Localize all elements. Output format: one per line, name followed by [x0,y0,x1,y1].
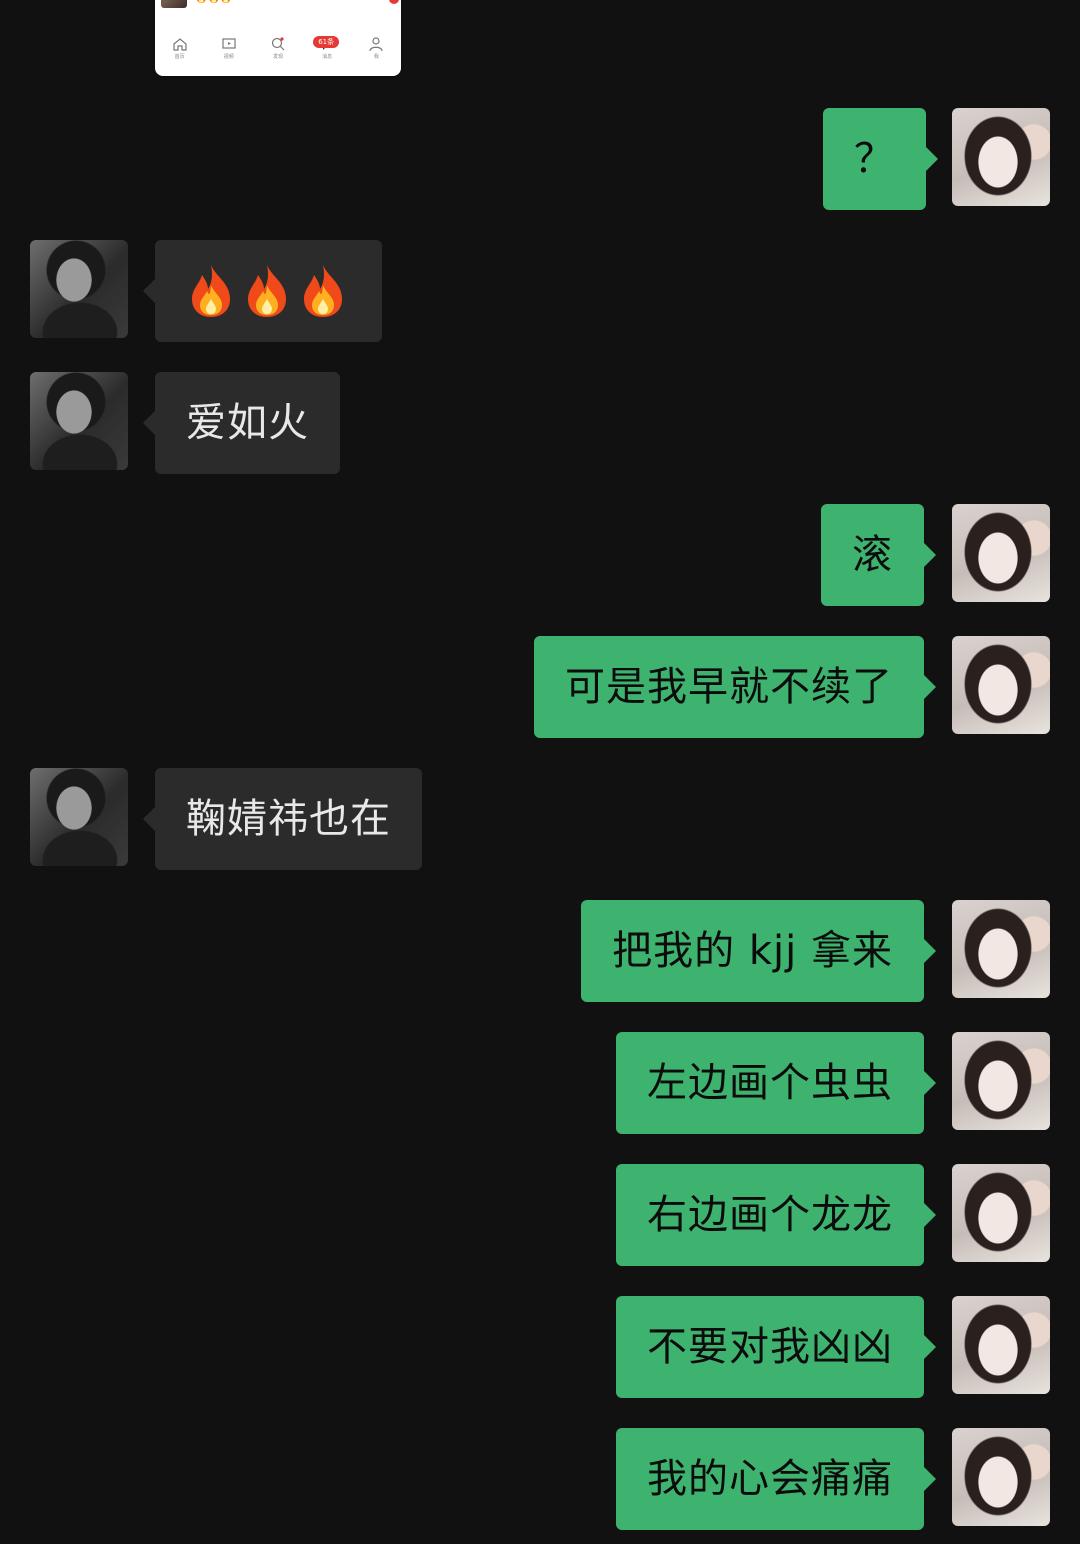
my-avatar[interactable] [952,1296,1050,1394]
contact-avatar[interactable] [30,768,128,866]
screenshot-tab-bar: 首页 视频 发现 61条 消息 我 [155,32,401,76]
message-icon: 61条 消息 [313,36,341,72]
incoming-message[interactable]: 鞠婧祎也在 [143,768,422,870]
my-avatar[interactable] [952,900,1050,998]
fire-icon [192,265,230,317]
contact-avatar[interactable] [30,240,128,338]
profile-icon: 我 [362,36,390,72]
outgoing-message[interactable]: 右边画个龙龙 [616,1164,936,1266]
my-avatar[interactable] [952,1032,1050,1130]
contact-avatar[interactable] [30,372,128,470]
discover-icon: 发现 [264,36,292,72]
unread-badge: 61条 [313,36,340,48]
screenshot-header: 🔥🔥🔥 [155,0,401,12]
my-avatar[interactable] [952,636,1050,734]
outgoing-message[interactable]: 可是我早就不续了 [534,636,936,738]
outgoing-message[interactable]: 滚 [821,504,936,606]
mini-fire-emoji: 🔥🔥🔥 [195,0,232,6]
outgoing-message[interactable]: 不要对我凶凶 [616,1296,936,1398]
my-avatar[interactable] [952,504,1050,602]
my-avatar[interactable] [952,108,1050,206]
notification-dot [389,0,399,4]
my-avatar[interactable] [952,1428,1050,1526]
my-avatar[interactable] [952,1164,1050,1262]
fire-icon [304,265,342,317]
fire-icon [248,265,286,317]
video-icon: 视频 [215,36,243,72]
outgoing-message[interactable]: 把我的 kjj 拿来 [581,900,936,1002]
home-icon: 首页 [166,36,194,72]
outgoing-message[interactable]: 左边画个虫虫 [616,1032,936,1134]
outgoing-message[interactable]: 我的心会痛痛 [616,1428,936,1530]
incoming-emoji-message[interactable] [143,240,382,342]
shared-screenshot-image[interactable]: 🔥🔥🔥 首页 视频 发现 61条 消息 我 [155,0,401,76]
incoming-message[interactable]: 爱如火 [143,372,340,474]
outgoing-message[interactable]: ？ [823,108,938,210]
mini-avatar [161,0,187,8]
